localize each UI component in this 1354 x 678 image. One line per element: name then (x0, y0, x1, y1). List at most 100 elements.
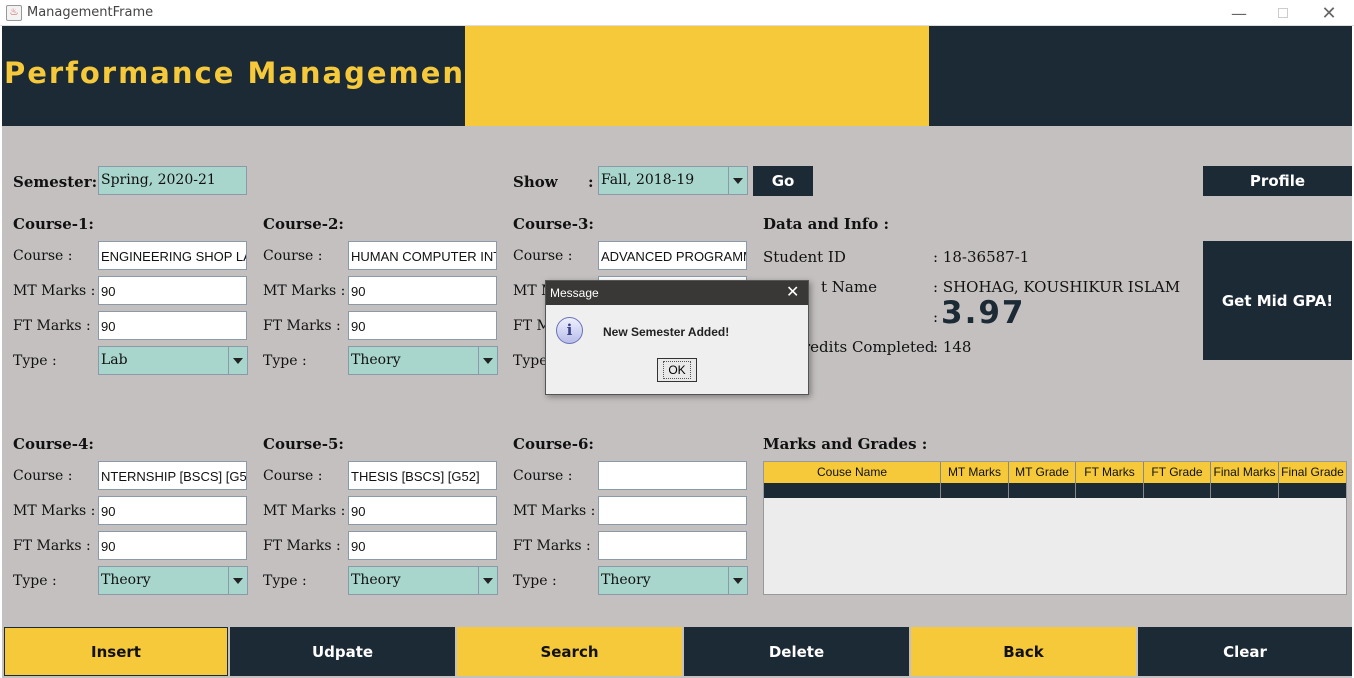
course-6-type-value: Theory (601, 572, 651, 588)
course-4-course-input[interactable]: NTERNSHIP [BSCS] [G53] (98, 461, 247, 490)
course-4-course-label: Course : (13, 468, 73, 484)
chevron-down-icon[interactable] (228, 347, 247, 374)
grades-table-header: Couse Name MT Marks MT Grade FT Marks FT… (764, 462, 1346, 483)
chevron-down-icon[interactable] (478, 347, 497, 374)
course-6-ft-input[interactable] (598, 531, 747, 560)
search-button[interactable]: Search (457, 627, 682, 676)
message-dialog: Message ✕ i New Semester Added! OK (545, 280, 809, 395)
page-title: Performance Management (4, 56, 481, 90)
course-4-mt-input[interactable]: 90 (98, 496, 247, 525)
gpa-value: 3.97 (941, 295, 1026, 331)
course-6-course-input[interactable] (598, 461, 747, 490)
show-semester-value: Fall, 2018-19 (601, 172, 695, 188)
java-icon: ♨ (6, 5, 22, 21)
course-2-type-combo[interactable]: Theory (348, 346, 498, 375)
course-3-course-input[interactable]: ADVANCED PROGRAMMIN (598, 241, 747, 270)
close-icon[interactable]: ✕ (1306, 0, 1352, 26)
col-mt-marks[interactable]: MT Marks (941, 462, 1009, 483)
student-name-label: t Name (821, 278, 877, 296)
col-ft-marks[interactable]: FT Marks (1076, 462, 1144, 483)
course-4-type-label: Type : (13, 573, 57, 589)
course-1-mt-input[interactable]: 90 (98, 276, 247, 305)
credits-value: : 148 (933, 338, 972, 356)
col-final-marks[interactable]: Final Marks (1211, 462, 1279, 483)
info-heading: Data and Info : (763, 215, 890, 233)
course-2-course-input[interactable]: HUMAN COMPUTER INTER (348, 241, 497, 270)
profile-button[interactable]: Profile (1203, 166, 1352, 196)
gpa-colon: : (933, 308, 939, 326)
dialog-message: New Semester Added! (603, 325, 730, 339)
col-mt-grade[interactable]: MT Grade (1009, 462, 1076, 483)
course-5-type-combo[interactable]: Theory (348, 566, 498, 595)
course-4-ft-label: FT Marks : (13, 538, 91, 554)
grades-table[interactable]: Couse Name MT Marks MT Grade FT Marks FT… (763, 461, 1347, 595)
course-1-type-label: Type : (13, 353, 57, 369)
course-6-mt-label: MT Marks : (513, 503, 596, 519)
show-semester-combo[interactable]: Fall, 2018-19 (598, 166, 748, 195)
get-mid-gpa-button[interactable]: Get Mid GPA! (1203, 241, 1352, 360)
course-1-ft-label: FT Marks : (13, 318, 91, 334)
chevron-down-icon[interactable] (228, 567, 247, 594)
dialog-titlebar: Message ✕ (546, 281, 808, 305)
dialog-close-icon[interactable]: ✕ (786, 282, 799, 302)
course-3-title: Course-3: (513, 215, 594, 233)
course-6-course-label: Course : (513, 468, 573, 484)
student-id-value: : 18-36587-1 (933, 248, 1030, 266)
go-button[interactable]: Go (753, 166, 813, 196)
course-2-ft-input[interactable]: 90 (348, 311, 497, 340)
course-5-ft-input[interactable]: 90 (348, 531, 497, 560)
course-1-type-combo[interactable]: Lab (98, 346, 248, 375)
course-1-course-input[interactable]: ENGINEERING SHOP LAB (98, 241, 247, 270)
chevron-down-icon[interactable] (728, 167, 747, 194)
chevron-down-icon[interactable] (478, 567, 497, 594)
course-1-ft-input[interactable]: 90 (98, 311, 247, 340)
maximize-icon[interactable] (1260, 0, 1306, 26)
course-6-mt-input[interactable] (598, 496, 747, 525)
course-6-title: Course-6: (513, 435, 594, 453)
course-2-mt-label: MT Marks : (263, 283, 346, 299)
insert-button[interactable]: Insert (4, 627, 228, 676)
chevron-down-icon[interactable] (728, 567, 747, 594)
col-course-name[interactable]: Couse Name (764, 462, 941, 483)
ok-button[interactable]: OK (657, 358, 697, 382)
delete-button[interactable]: Delete (684, 627, 909, 676)
course-4-title: Course-4: (13, 435, 94, 453)
table-row[interactable] (764, 483, 1346, 498)
student-name-value: : SHOHAG, KOUSHIKUR ISLAM (933, 278, 1181, 296)
course-2-title: Course-2: (263, 215, 344, 233)
clear-button[interactable]: Clear (1138, 627, 1352, 676)
minimize-icon[interactable]: — (1216, 0, 1262, 26)
course-5-ft-label: FT Marks : (263, 538, 341, 554)
back-button[interactable]: Back (911, 627, 1136, 676)
col-final-grade[interactable]: Final Grade (1279, 462, 1346, 483)
course-1-course-label: Course : (13, 248, 73, 264)
window-title: ManagementFrame (27, 5, 154, 20)
header-middle-panel (465, 26, 929, 126)
course-5-type-value: Theory (351, 572, 401, 588)
course-4-mt-label: MT Marks : (13, 503, 96, 519)
grades-heading: Marks and Grades : (763, 435, 928, 453)
course-1-mt-label: MT Marks : (13, 283, 96, 299)
dialog-title: Message (550, 286, 599, 300)
course-1-type-value: Lab (101, 352, 128, 368)
course-6-type-label: Type : (513, 573, 557, 589)
course-3-course-label: Course : (513, 248, 573, 264)
course-2-mt-input[interactable]: 90 (348, 276, 497, 305)
credits-label: redits Completed (803, 338, 935, 356)
course-4-type-combo[interactable]: Theory (98, 566, 248, 595)
show-label: Show (513, 173, 558, 191)
course-5-mt-label: MT Marks : (263, 503, 346, 519)
course-4-ft-input[interactable]: 90 (98, 531, 247, 560)
course-1-title: Course-1: (13, 215, 94, 233)
update-button[interactable]: Udpate (230, 627, 455, 676)
course-5-mt-input[interactable]: 90 (348, 496, 497, 525)
course-6-type-combo[interactable]: Theory (598, 566, 748, 595)
semester-input[interactable]: Spring, 2020-21 (98, 166, 247, 195)
course-5-course-input[interactable]: THESIS [BSCS] [G52] (348, 461, 497, 490)
ok-button-label: OK (663, 361, 691, 379)
course-4-type-value: Theory (101, 572, 151, 588)
col-ft-grade[interactable]: FT Grade (1144, 462, 1211, 483)
info-icon: i (556, 317, 583, 344)
course-5-title: Course-5: (263, 435, 344, 453)
course-2-type-value: Theory (351, 352, 401, 368)
